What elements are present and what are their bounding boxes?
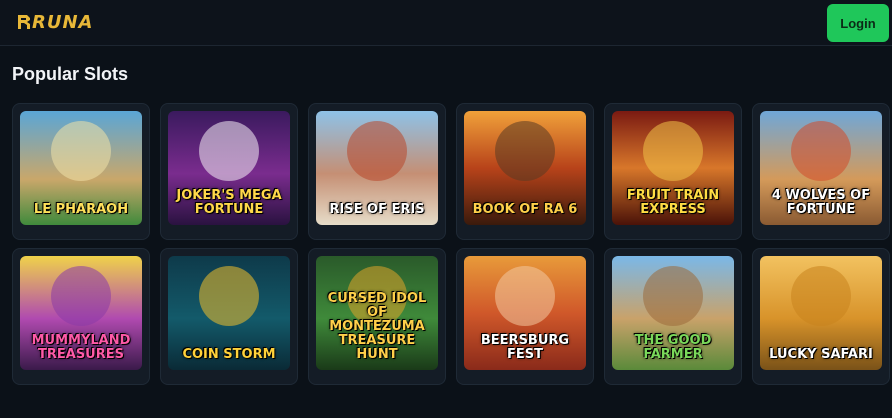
- game-thumbnail[interactable]: Le Pharaoh: [20, 111, 142, 225]
- game-title: Lucky Safari: [769, 347, 873, 362]
- game-thumbnail[interactable]: 4 Wolves of Fortune: [760, 111, 882, 225]
- game-title: Rise of Eris: [329, 202, 425, 217]
- game-title: 4 Wolves of Fortune: [771, 188, 871, 217]
- game-artwork: [495, 121, 555, 181]
- game-title: Joker's Mega Fortune: [176, 188, 282, 217]
- game-artwork: [51, 266, 111, 326]
- game-artwork: [495, 266, 555, 326]
- game-card[interactable]: Mummyland Treasures: [12, 248, 150, 385]
- game-thumbnail[interactable]: Beersburg Fest: [464, 256, 586, 370]
- game-thumbnail[interactable]: Book of Ra 6: [464, 111, 586, 225]
- game-artwork: [791, 121, 851, 181]
- game-card[interactable]: Book of Ra 6: [456, 103, 594, 240]
- top-header: RUNA Login: [0, 0, 892, 46]
- section-title: Popular Slots: [12, 64, 129, 84]
- game-title: Le Pharaoh: [33, 202, 129, 217]
- game-thumbnail[interactable]: Joker's Mega Fortune: [168, 111, 290, 225]
- game-title: Coin Storm: [182, 347, 276, 362]
- game-thumbnail[interactable]: Coin Storm: [168, 256, 290, 370]
- game-thumbnail[interactable]: Mummyland Treasures: [20, 256, 142, 370]
- game-card[interactable]: Beersburg Fest: [456, 248, 594, 385]
- game-card[interactable]: Coin Storm: [160, 248, 298, 385]
- game-title: Book of Ra 6: [472, 202, 578, 217]
- brand-logo[interactable]: RUNA: [18, 11, 93, 33]
- game-card[interactable]: Fruit Train Express: [604, 103, 742, 240]
- game-title: Beersburg Fest: [480, 333, 570, 362]
- game-card[interactable]: Lucky Safari: [752, 248, 890, 385]
- game-artwork: [643, 121, 703, 181]
- game-card[interactable]: 4 Wolves of Fortune: [752, 103, 890, 240]
- game-card[interactable]: Rise of Eris: [308, 103, 446, 240]
- game-artwork: [51, 121, 111, 181]
- game-thumbnail[interactable]: Cursed Idol of Montezuma Treasure Hunt: [316, 256, 438, 370]
- game-title: Mummyland Treasures: [31, 333, 131, 362]
- game-thumbnail[interactable]: Fruit Train Express: [612, 111, 734, 225]
- game-card[interactable]: Joker's Mega Fortune: [160, 103, 298, 240]
- game-thumbnail[interactable]: The Good Farmer: [612, 256, 734, 370]
- game-artwork: [643, 266, 703, 326]
- game-title: Fruit Train Express: [626, 188, 720, 217]
- game-thumbnail[interactable]: Rise of Eris: [316, 111, 438, 225]
- game-card[interactable]: Cursed Idol of Montezuma Treasure Hunt: [308, 248, 446, 385]
- game-artwork: [199, 266, 259, 326]
- game-title: Cursed Idol of Montezuma Treasure Hunt: [327, 291, 427, 362]
- game-artwork: [791, 266, 851, 326]
- game-title: The Good Farmer: [634, 333, 712, 362]
- logo-icon: [18, 15, 30, 29]
- logo-text: RUNA: [32, 11, 94, 33]
- game-thumbnail[interactable]: Lucky Safari: [760, 256, 882, 370]
- game-card[interactable]: The Good Farmer: [604, 248, 742, 385]
- login-button[interactable]: Login: [827, 4, 889, 42]
- slot-grid: Le Pharaoh Joker's Mega Fortune Rise of Er…: [12, 103, 890, 385]
- game-artwork: [347, 121, 407, 181]
- game-artwork: [199, 121, 259, 181]
- game-card[interactable]: Le Pharaoh: [12, 103, 150, 240]
